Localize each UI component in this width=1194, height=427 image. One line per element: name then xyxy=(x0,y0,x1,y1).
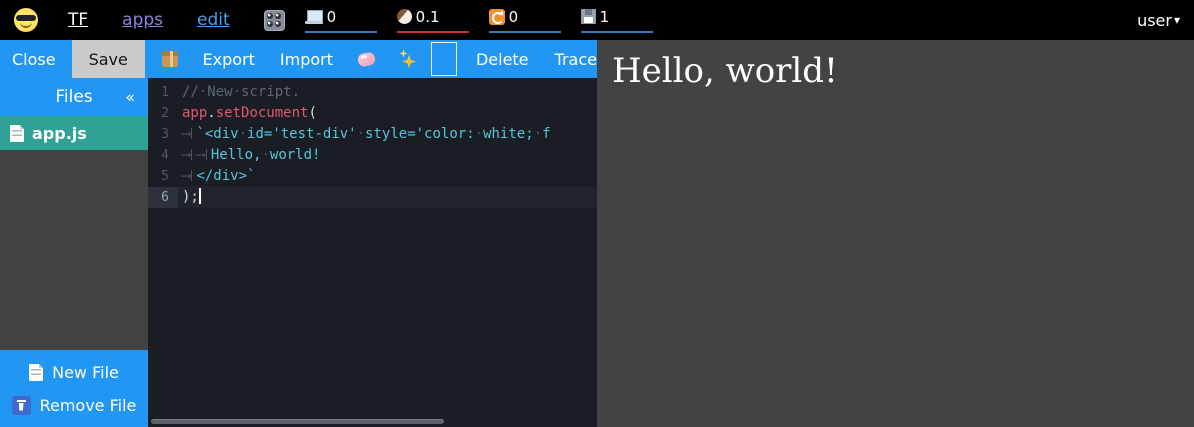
files-header-title: Files xyxy=(55,87,92,107)
horizontal-scrollbar-thumb[interactable] xyxy=(151,419,444,424)
remove-file-label: Remove File xyxy=(40,396,137,415)
code-text: //·New·script. xyxy=(178,82,597,103)
trash-bin-icon xyxy=(12,396,31,415)
memory-meter-value: 0.1 xyxy=(416,8,440,26)
new-file-label: New File xyxy=(52,363,119,382)
save-button[interactable]: Save xyxy=(72,40,145,78)
code-text: ⟶⟶Hello,·world! xyxy=(178,145,597,166)
new-file-icon xyxy=(29,364,43,381)
tf-home-link[interactable]: TF xyxy=(68,10,88,30)
empty-button[interactable] xyxy=(431,42,457,76)
save-meter[interactable]: 1 xyxy=(581,8,653,33)
code-line[interactable]: 4⟶⟶Hello,·world! xyxy=(148,145,597,166)
collapse-sidebar-button[interactable]: « xyxy=(125,88,135,107)
line-number: 5 xyxy=(148,166,178,187)
soap-icon[interactable] xyxy=(357,51,376,67)
chevron-down-icon: ▾ xyxy=(1174,13,1180,27)
code-lines: 1//·New·script.2app.setDocument(3⟶`<div·… xyxy=(148,82,597,208)
edit-link[interactable]: edit xyxy=(197,10,230,30)
top-bar: TF apps edit 0 0.1 0 1 user ▾ xyxy=(0,0,1194,40)
text-cursor xyxy=(199,188,201,204)
new-file-button[interactable]: New File xyxy=(29,363,119,382)
document-icon xyxy=(10,125,24,142)
line-number: 6 xyxy=(148,187,178,208)
editor-toolbar: Close Save Export Import Delete Trace xyxy=(0,40,597,78)
user-menu[interactable]: user ▾ xyxy=(1137,11,1180,30)
files-header: Files « xyxy=(0,78,148,116)
sunglasses-face-icon xyxy=(14,8,38,32)
code-line[interactable]: 1//·New·script. xyxy=(148,82,597,103)
workspace: Files « app.js New File Remove File 1/ xyxy=(0,78,597,427)
code-text: ⟶</div>` xyxy=(178,166,597,187)
line-number: 1 xyxy=(148,82,178,103)
line-number: 3 xyxy=(148,124,178,145)
cpu-meter-value: 0 xyxy=(327,8,337,26)
control-knobs-icon[interactable] xyxy=(264,10,285,31)
remove-file-button[interactable]: Remove File xyxy=(12,396,137,415)
sync-meter-value: 0 xyxy=(509,8,519,26)
sync-meter[interactable]: 0 xyxy=(489,8,561,33)
close-button[interactable]: Close xyxy=(12,50,56,69)
code-line[interactable]: 6); xyxy=(148,187,597,208)
sparkles-icon[interactable] xyxy=(400,50,417,69)
apps-link[interactable]: apps xyxy=(122,10,163,30)
line-number: 2 xyxy=(148,103,178,124)
sidebar-footer: New File Remove File xyxy=(0,350,148,427)
files-sidebar: Files « app.js New File Remove File xyxy=(0,78,148,427)
code-editor[interactable]: 1//·New·script.2app.setDocument(3⟶`<div·… xyxy=(148,78,597,427)
laptop-icon xyxy=(305,10,323,24)
file-list-empty-area xyxy=(0,150,148,350)
code-text: ⟶`<div·id='test-div'·style='color:·white… xyxy=(178,124,597,145)
import-button[interactable]: Import xyxy=(280,50,333,69)
refresh-icon xyxy=(489,9,505,25)
package-icon[interactable] xyxy=(162,51,178,67)
line-number: 4 xyxy=(148,145,178,166)
trace-button[interactable]: Trace xyxy=(555,50,597,69)
preview-pane: Hello, world! xyxy=(597,40,1194,427)
floppy-disk-icon xyxy=(581,9,596,24)
memory-meter[interactable]: 0.1 xyxy=(397,8,469,33)
delete-button[interactable]: Delete xyxy=(476,50,529,69)
file-item-appjs[interactable]: app.js xyxy=(0,116,148,150)
code-text: ); xyxy=(178,187,597,208)
save-meter-value: 1 xyxy=(600,8,610,26)
code-line[interactable]: 5⟶</div>` xyxy=(148,166,597,187)
user-menu-label: user xyxy=(1137,11,1172,30)
editor-panel: Close Save Export Import Delete Trace Fi… xyxy=(0,40,597,427)
code-text: app.setDocument( xyxy=(178,103,597,124)
file-item-label: app.js xyxy=(32,124,87,143)
export-button[interactable]: Export xyxy=(203,50,255,69)
preview-hello-text: Hello, world! xyxy=(612,51,1194,91)
cpu-meter[interactable]: 0 xyxy=(305,8,377,33)
code-line[interactable]: 2app.setDocument( xyxy=(148,103,597,124)
hamster-icon xyxy=(397,9,412,24)
code-line[interactable]: 3⟶`<div·id='test-div'·style='color:·whit… xyxy=(148,124,597,145)
